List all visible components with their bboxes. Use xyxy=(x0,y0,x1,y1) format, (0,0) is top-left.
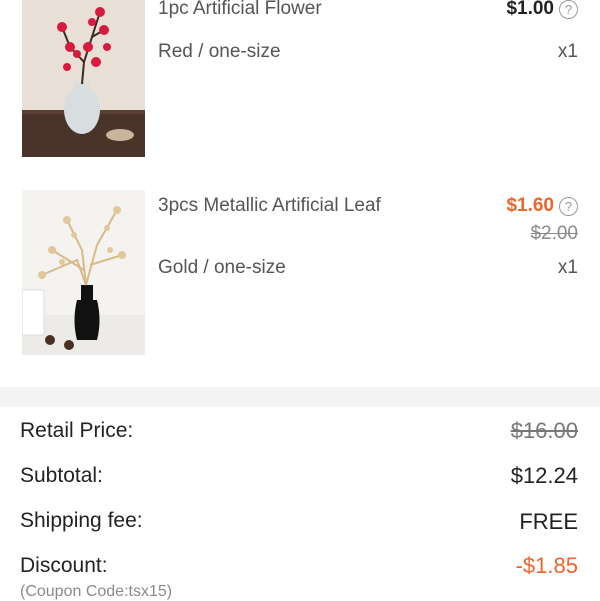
shipping-fee-label: Shipping fee: xyxy=(20,509,143,532)
discount-label: Discount: xyxy=(20,554,108,577)
product-name[interactable]: 3pcs Metallic Artificial Leaf xyxy=(158,195,381,217)
product-quantity: x1 xyxy=(557,41,578,62)
shipping-fee-value: FREE xyxy=(519,509,578,534)
price-row: $1.00 ? xyxy=(506,0,578,20)
cart-item: 1pc Artificial Flower $1.00 ? Red / one-… xyxy=(0,0,600,160)
product-variant: Red / one-size xyxy=(158,41,281,62)
retail-price-label: Retail Price: xyxy=(20,419,134,442)
subtotal-label: Subtotal: xyxy=(20,464,103,487)
product-image-red-flower[interactable] xyxy=(22,0,145,157)
price-row: $1.60 ? xyxy=(506,195,578,217)
coupon-code-note: (Coupon Code:tsx15) xyxy=(20,583,173,600)
help-icon[interactable]: ? xyxy=(559,196,578,216)
product-variant: Gold / one-size xyxy=(158,257,286,278)
cart-item: 3pcs Metallic Artificial Leaf $1.60 ? $2… xyxy=(0,190,600,360)
discount-value: -$1.85 xyxy=(515,553,578,578)
product-name[interactable]: 1pc Artificial Flower xyxy=(158,0,322,20)
retail-price-value: $16.00 xyxy=(510,418,578,443)
help-icon[interactable]: ? xyxy=(559,0,578,19)
product-price: $1.00 xyxy=(506,0,554,19)
section-divider xyxy=(0,387,600,407)
product-quantity: x1 xyxy=(557,257,578,278)
product-image-gold-leaf[interactable] xyxy=(22,190,145,355)
subtotal-value: $12.24 xyxy=(510,463,578,488)
product-price: $1.60 xyxy=(506,195,554,216)
original-price: $2.00 xyxy=(530,223,578,244)
